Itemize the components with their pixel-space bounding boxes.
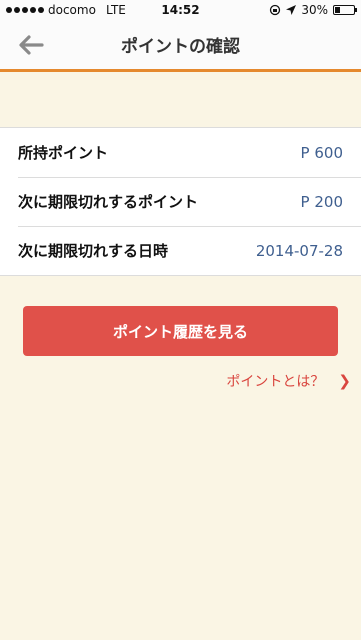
point-history-button[interactable]: ポイント履歴を見る [23, 306, 338, 356]
location-icon [286, 5, 297, 15]
navigation-bar: ポイントの確認 [0, 20, 361, 72]
expiring-points-label: 次に期限切れするポイント [18, 193, 199, 211]
expiring-points-value: P 200 [300, 192, 343, 211]
points-info-list: 所持ポイント P 600 次に期限切れするポイント P 200 次に期限切れする… [0, 127, 361, 276]
expiry-date-value: 2014-07-28 [255, 241, 343, 260]
chevron-right-icon: ❯ [338, 372, 351, 390]
battery-percent: 30% [301, 3, 328, 17]
points-held-label: 所持ポイント [18, 144, 109, 162]
status-bar: docomo LTE 14:52 30% [0, 0, 361, 20]
list-item-expiry-date: 次に期限切れする日時 2014-07-28 [0, 226, 361, 275]
back-arrow-icon [19, 35, 44, 55]
battery-icon [333, 5, 357, 15]
back-button[interactable] [16, 32, 46, 58]
rotation-lock-icon [270, 4, 281, 16]
page-title: ポイントの確認 [121, 37, 240, 57]
expiry-date-label: 次に期限切れする日時 [18, 242, 169, 260]
battery-fill [335, 7, 341, 13]
list-item-points-held: 所持ポイント P 600 [0, 128, 361, 177]
about-points-label: ポイントとは？ [226, 374, 325, 390]
status-right: 30% [269, 3, 357, 17]
points-held-value: P 600 [300, 143, 343, 162]
about-points-link[interactable]: ポイントとは？ ❯ [0, 371, 361, 391]
list-item-expiring-points: 次に期限切れするポイント P 200 [0, 177, 361, 226]
